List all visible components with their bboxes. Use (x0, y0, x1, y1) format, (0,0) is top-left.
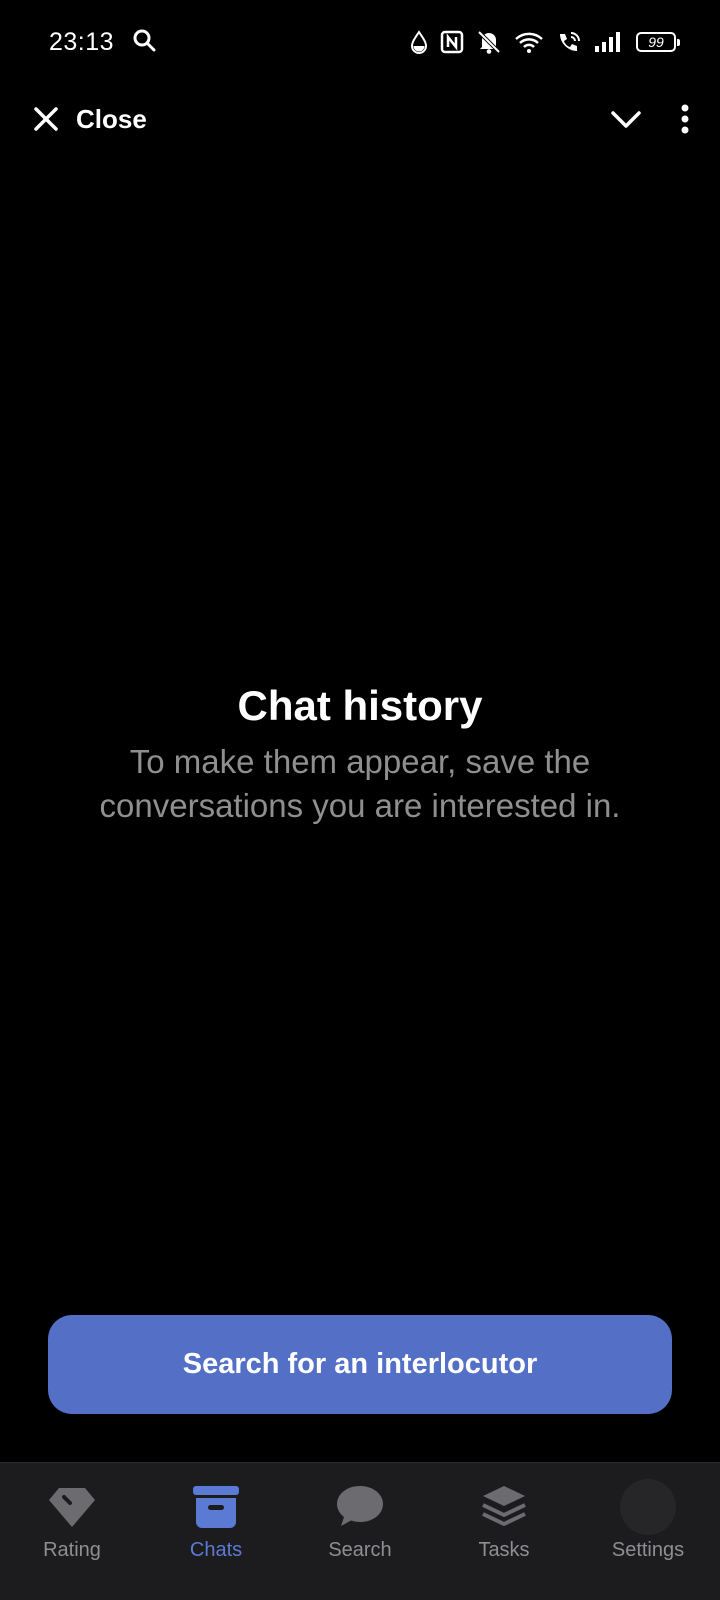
avatar-icon (618, 1479, 678, 1535)
diamond-icon (42, 1481, 102, 1533)
archive-icon (186, 1481, 246, 1533)
close-label: Close (76, 103, 147, 134)
close-button[interactable]: Close (32, 104, 147, 135)
search-interlocutor-button[interactable]: Search for an interlocutor (48, 1315, 672, 1414)
drop-icon (410, 30, 428, 54)
nav-item-search[interactable]: Search (288, 1481, 432, 1562)
bottom-nav: Rating Chats Search Tasks Settings (0, 1462, 720, 1600)
more-vertical-icon[interactable] (680, 104, 690, 134)
signal-icon (594, 31, 624, 53)
screen: 23:13 99 Close Chat history To make them… (0, 0, 720, 1600)
status-left: 23:13 (49, 28, 156, 57)
wifi-icon (514, 30, 544, 54)
nav-label-rating: Rating (43, 1539, 101, 1561)
nfc-icon (440, 30, 464, 54)
chevron-down-icon[interactable] (610, 108, 642, 130)
empty-state-title: Chat history (237, 682, 483, 729)
nav-label-tasks: Tasks (478, 1539, 530, 1561)
layers-icon (474, 1481, 534, 1533)
nav-item-settings[interactable]: Settings (576, 1479, 720, 1562)
empty-state: Chat history To make them appear, save t… (0, 680, 720, 828)
close-icon (32, 105, 60, 133)
status-time: 23:13 (49, 27, 115, 56)
nav-label-settings: Settings (611, 1539, 685, 1561)
nav-label-search: Search (328, 1539, 392, 1561)
empty-state-subtitle: To make them appear, save the conversati… (99, 743, 621, 824)
search-icon (132, 28, 156, 57)
app-actions (610, 104, 690, 134)
settings-avatar (620, 1479, 676, 1535)
wifi-call-icon (556, 30, 582, 54)
bell-off-icon (476, 29, 502, 55)
app-bar: Close (0, 84, 720, 154)
status-bar: 23:13 99 (0, 0, 720, 84)
nav-item-rating[interactable]: Rating (0, 1481, 144, 1562)
nav-item-chats[interactable]: Chats (144, 1481, 288, 1562)
nav-label-chats: Chats (189, 1539, 243, 1561)
nav-item-tasks[interactable]: Tasks (432, 1481, 576, 1562)
status-right: 99 (410, 29, 680, 55)
battery-level: 99 (648, 34, 664, 50)
battery-icon: 99 (636, 32, 680, 52)
chat-bubble-icon (330, 1481, 390, 1533)
